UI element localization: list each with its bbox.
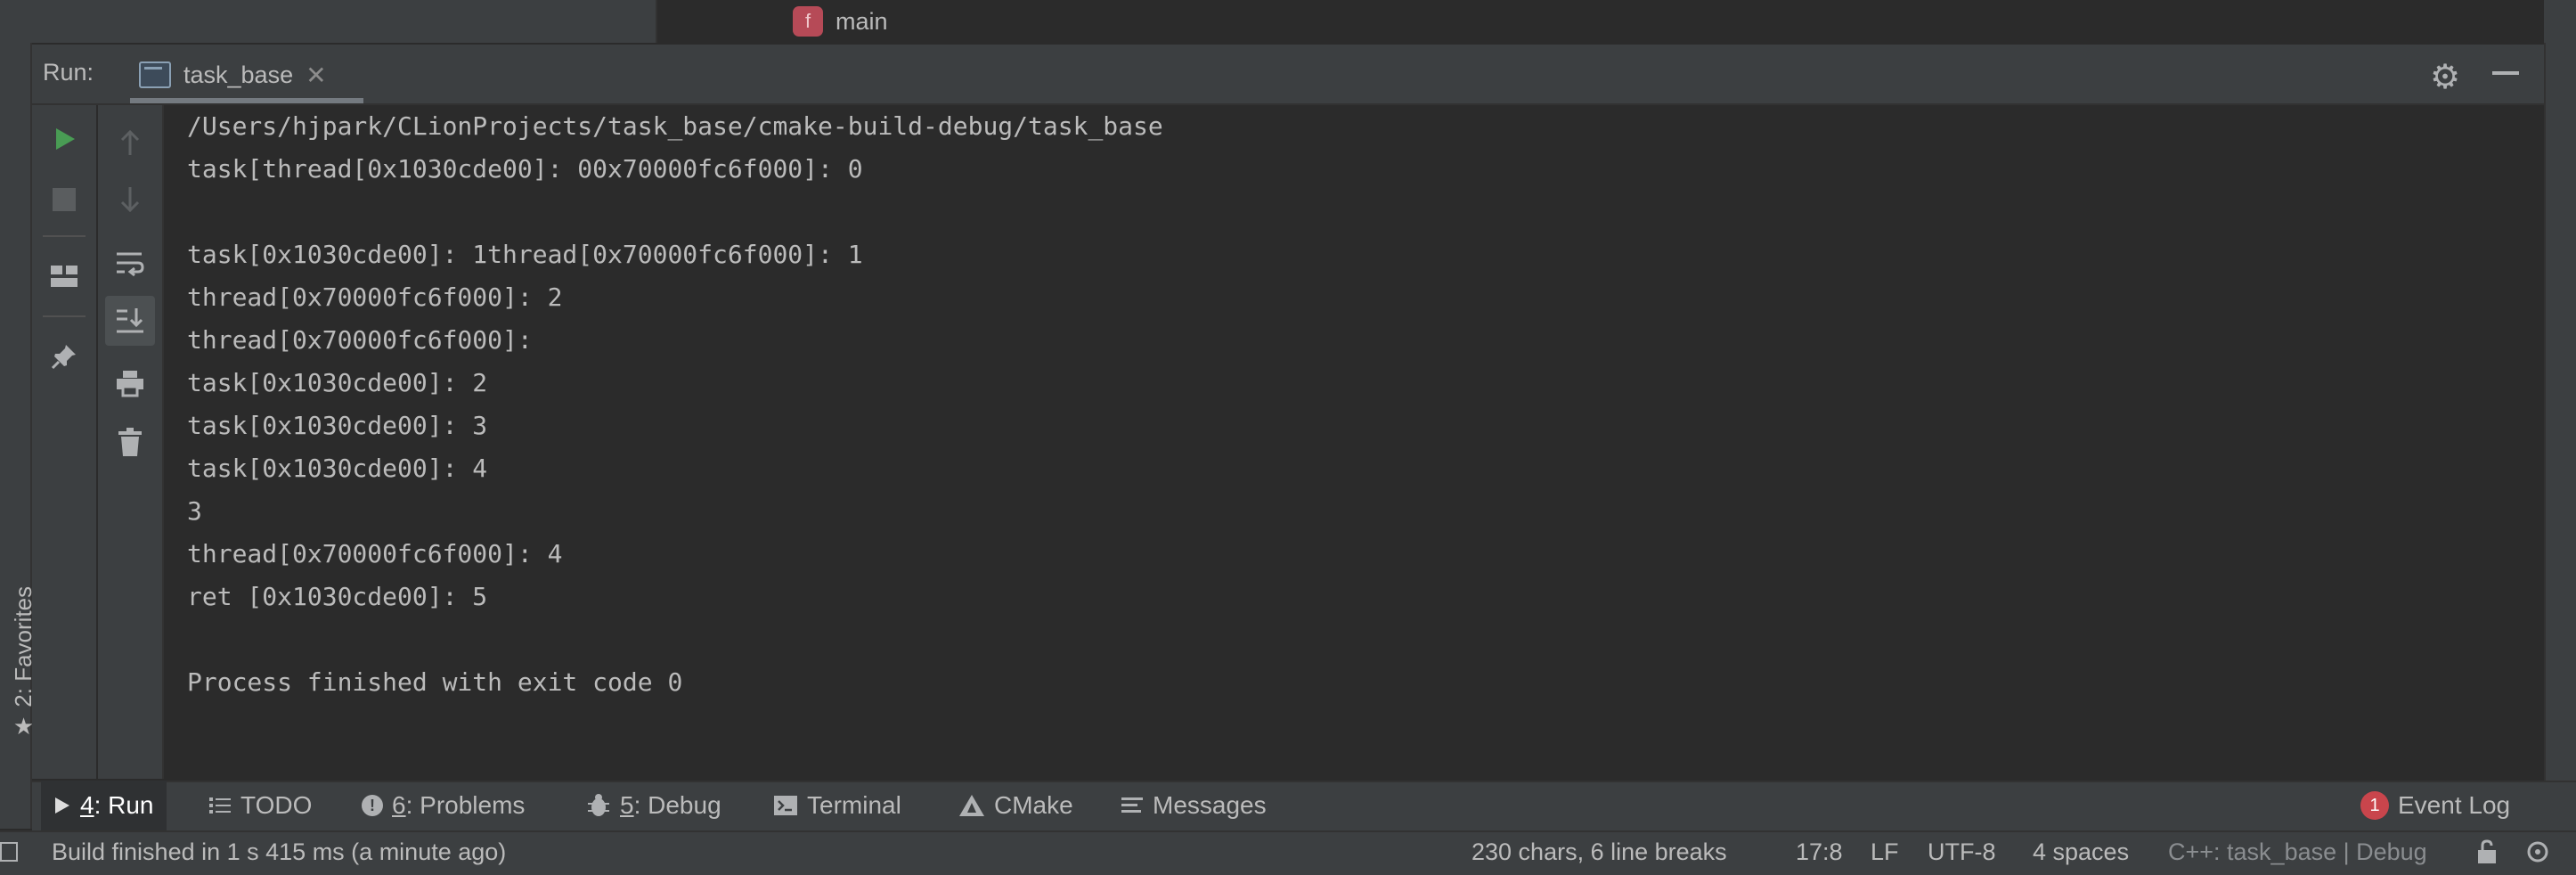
bug-icon <box>588 794 609 816</box>
soft-wrap-button[interactable] <box>105 239 155 289</box>
scroll-to-end-icon <box>117 308 143 333</box>
console-output: /Users/hjpark/CLionProjects/task_base/cm… <box>187 105 1163 704</box>
next-occurrence-button[interactable] <box>105 175 155 225</box>
play-icon <box>55 797 69 814</box>
stop-button[interactable] <box>39 175 89 225</box>
printer-icon <box>117 371 143 397</box>
console-line: /Users/hjpark/CLionProjects/task_base/cm… <box>187 111 1163 141</box>
console-line: ret [0x1030cde00]: 5 <box>187 582 488 611</box>
console-line: thread[0x70000fc6f000]: 2 <box>187 282 563 312</box>
console-line: task[thread[0x1030cde00]: 00x70000fc6f00… <box>187 154 863 184</box>
run-toolbar-primary <box>32 105 96 779</box>
stop-icon <box>53 188 76 211</box>
info-icon: ! <box>362 795 383 816</box>
scroll-to-end-button[interactable] <box>105 296 155 346</box>
selection-info: 230 chars, 6 line breaks <box>1471 838 1727 865</box>
console-line: thread[0x70000fc6f000]: <box>187 325 533 355</box>
caret-position[interactable]: 17:8 <box>1796 830 1843 873</box>
editor-tab-strip <box>657 0 2544 43</box>
star-icon: ★ <box>12 712 34 740</box>
problems-tool-button[interactable]: ! 6: Problems <box>362 781 525 830</box>
cmake-icon <box>959 795 984 816</box>
todo-tool-button[interactable]: TODO <box>208 781 312 830</box>
run-panel-header <box>32 45 2576 105</box>
console-line: 3 <box>187 496 202 526</box>
messages-tool-button[interactable]: Messages <box>1121 781 1267 830</box>
previous-occurrence-button[interactable] <box>105 118 155 168</box>
layout-icon <box>51 266 77 287</box>
run-panel-title: Run: <box>43 59 94 86</box>
panel-toggle-icon[interactable] <box>0 830 18 873</box>
console-line: thread[0x70000fc6f000]: 4 <box>187 539 563 568</box>
close-icon[interactable]: ✕ <box>306 61 326 90</box>
lock-icon[interactable] <box>2476 830 2498 873</box>
rerun-button[interactable] <box>39 114 89 164</box>
indent-setting[interactable]: 4 spaces <box>2033 830 2129 873</box>
minimize-icon[interactable] <box>2492 71 2519 75</box>
run-context[interactable]: C++: task_base | Debug <box>2168 830 2427 873</box>
terminal-tool-button[interactable]: Terminal <box>773 781 901 830</box>
project-pane-edge <box>32 0 657 43</box>
print-button[interactable] <box>105 358 155 408</box>
run-tab-task-base[interactable]: task_base ✕ <box>139 48 362 102</box>
pin-icon <box>51 345 76 370</box>
gear-icon[interactable]: ⚙ <box>2430 57 2460 97</box>
messages-icon <box>1121 797 1143 813</box>
clear-all-button[interactable] <box>105 417 155 467</box>
trash-icon <box>118 428 142 456</box>
pin-tab-button[interactable] <box>39 331 89 381</box>
console-line: task[0x1030cde00]: 3 <box>187 411 488 440</box>
console-icon <box>139 61 171 88</box>
play-icon <box>56 128 75 150</box>
wrap-icon <box>117 252 144 277</box>
editor-tab-main[interactable]: f main <box>793 4 888 39</box>
active-tab-indicator <box>130 98 363 103</box>
run-tab-label: task_base <box>183 61 294 88</box>
run-tool-button[interactable]: 4: Run <box>41 781 167 830</box>
terminal-icon <box>774 796 797 815</box>
line-separator[interactable]: LF <box>1871 830 1899 873</box>
cmake-tool-button[interactable]: CMake <box>958 781 1073 830</box>
inspector-icon[interactable] <box>2524 830 2553 873</box>
console-line: task[0x1030cde00]: 2 <box>187 368 488 397</box>
debug-tool-button[interactable]: 5: Debug <box>586 781 721 830</box>
arrow-down-icon <box>120 187 140 213</box>
list-icon <box>209 797 231 814</box>
editor-tab-label: main <box>836 7 888 35</box>
arrow-up-icon <box>120 129 140 155</box>
function-icon: f <box>793 6 823 37</box>
file-encoding[interactable]: UTF-8 <box>1928 830 1996 873</box>
notification-badge: 1 <box>2360 791 2389 820</box>
status-message[interactable]: Build finished in 1 s 415 ms (a minute a… <box>52 830 506 873</box>
console-line: task[0x1030cde00]: 4 <box>187 454 488 483</box>
console-line: Process finished with exit code 0 <box>187 667 683 697</box>
right-tool-strip <box>2544 43 2576 829</box>
console-line: task[0x1030cde00]: 1thread[0x70000fc6f00… <box>187 240 863 269</box>
run-toolbar-secondary <box>98 105 164 779</box>
restore-layout-button[interactable] <box>39 251 89 301</box>
event-log-tool-button[interactable]: 1 Event Log <box>2360 781 2510 830</box>
